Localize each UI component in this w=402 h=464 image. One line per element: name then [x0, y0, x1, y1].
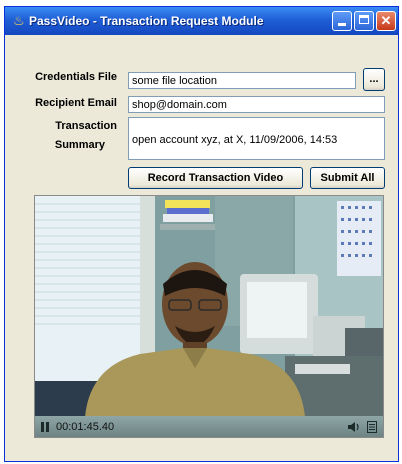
close-icon: ✕: [380, 13, 392, 28]
title-bar[interactable]: ♨ PassVideo - Transaction Request Module…: [5, 7, 398, 35]
playlist-icon[interactable]: [367, 421, 377, 433]
window-controls: ✕: [332, 11, 396, 31]
credentials-file-field[interactable]: some file location: [128, 72, 356, 89]
submit-all-button[interactable]: Submit All: [310, 167, 385, 189]
window-title: PassVideo - Transaction Request Module: [29, 14, 264, 28]
transaction-summary-label-line2: Summary: [54, 139, 105, 151]
video-control-bar: 00:01:45.40: [34, 416, 384, 438]
record-transaction-video-button[interactable]: Record Transaction Video: [128, 167, 303, 189]
browse-button[interactable]: ...: [363, 68, 385, 91]
volume-icon[interactable]: [347, 421, 361, 433]
minimize-icon: [338, 23, 346, 26]
video-frame-image: [35, 196, 383, 417]
video-preview[interactable]: [34, 195, 384, 438]
transaction-form: Credentials File some file location ... …: [5, 35, 398, 195]
minimize-button[interactable]: [332, 11, 352, 31]
transaction-summary-label-line1: Transaction: [55, 120, 117, 132]
maximize-button[interactable]: [354, 11, 374, 31]
pause-icon[interactable]: [41, 421, 50, 432]
recipient-email-label: Recipient Email: [35, 97, 117, 109]
close-button[interactable]: ✕: [376, 11, 396, 31]
recipient-email-field[interactable]: shop@domain.com: [128, 96, 385, 113]
transaction-summary-field[interactable]: open account xyz, at X, 11/09/2006, 14:5…: [128, 117, 385, 160]
maximize-icon: [359, 15, 369, 24]
video-timecode: 00:01:45.40: [56, 420, 115, 433]
credentials-file-label: Credentials File: [35, 71, 117, 83]
java-cup-icon: ♨: [13, 13, 25, 28]
